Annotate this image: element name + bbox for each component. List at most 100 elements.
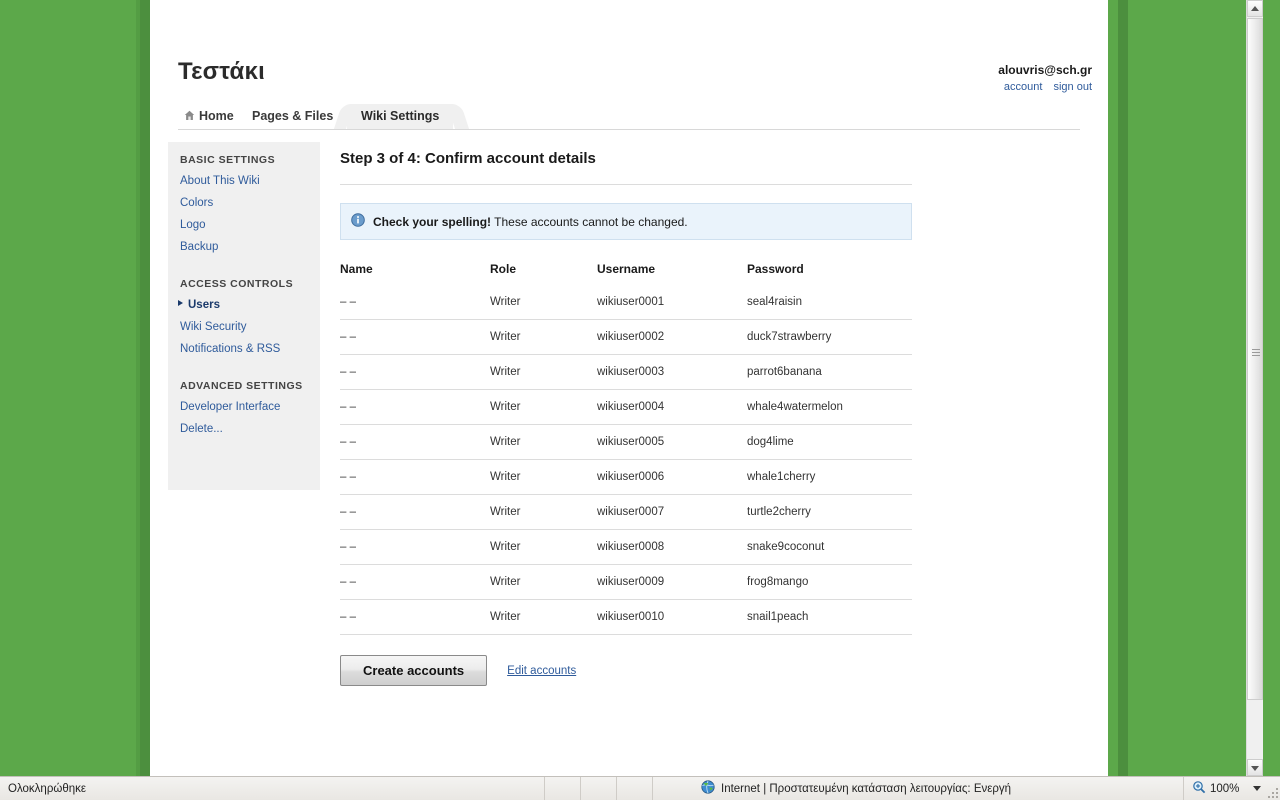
account-username: wikiuser0010	[597, 599, 747, 635]
account-box: alouvris@sch.gr account sign out	[996, 62, 1092, 95]
account-password: snail1peach	[747, 599, 912, 635]
page-title: Τεστάκι	[178, 58, 265, 85]
resize-grip-icon[interactable]	[1266, 786, 1278, 798]
account-role: Writer	[490, 424, 597, 460]
sidebar-item-users-label: Users	[188, 299, 220, 311]
current-item-arrow-icon	[178, 300, 183, 306]
status-bar: Ολοκληρώθηκε Internet | Προστατευμένη κα…	[0, 776, 1280, 800]
account-username: wikiuser0007	[597, 494, 747, 530]
tab-bar-divider	[178, 129, 1080, 130]
sidebar-item-backup[interactable]: Backup	[168, 236, 320, 258]
account-username: wikiuser0003	[597, 354, 747, 390]
vertical-scrollbar[interactable]	[1246, 0, 1263, 776]
sidebar-group-title-basic: BASIC SETTINGS	[180, 154, 276, 166]
account-password: seal4raisin	[747, 296, 802, 308]
account-password: whale1cherry	[747, 459, 912, 495]
sidebar-item-about-this-wiki[interactable]: About This Wiki	[168, 170, 320, 192]
sidebar-item-logo[interactable]: Logo	[168, 214, 320, 236]
account-role: Writer	[490, 494, 597, 530]
sidebar-group-title-advanced: ADVANCED SETTINGS	[180, 380, 303, 392]
security-zone-text: Internet | Προστατευμένη κατάσταση λειτο…	[721, 782, 1012, 795]
status-cell-1	[545, 777, 581, 800]
account-password: whale4watermelon	[747, 389, 912, 425]
account-role: Writer	[490, 354, 597, 390]
account-link[interactable]: account	[1004, 81, 1043, 93]
account-role: Writer	[490, 459, 597, 495]
sidebar-item-users[interactable]: Users	[168, 294, 320, 316]
scrollbar-grip-icon	[1252, 349, 1260, 358]
account-password: dog4lime	[747, 424, 912, 460]
sidebar-group-title-access: ACCESS CONTROLS	[180, 278, 294, 290]
sidebar-group-basic-settings: BASIC SETTINGS About This Wiki Colors Lo…	[168, 154, 320, 258]
globe-icon	[701, 780, 715, 797]
account-role: Writer	[490, 529, 597, 565]
sidebar-group-access-controls: ACCESS CONTROLS Users Wiki Security Noti…	[168, 278, 320, 360]
table-row: – – Writer wikiuser0009 frog8mango	[340, 564, 912, 600]
account-name: – –	[340, 529, 490, 565]
browser-viewport: Τεστάκι alouvris@sch.gr account sign out…	[0, 0, 1263, 776]
table-row: – – Writer wikiuser0003 parrot6banana	[340, 354, 912, 390]
column-header-role: Role	[490, 262, 517, 276]
status-cell-3	[617, 777, 653, 800]
account-username: wikiuser0006	[597, 459, 747, 495]
edit-accounts-link[interactable]: Edit accounts	[507, 665, 576, 677]
accounts-table-head: Name Role Username Password	[340, 262, 912, 285]
account-password: frog8mango	[747, 564, 912, 600]
account-name: – –	[340, 494, 490, 530]
tab-wiki-settings[interactable]: Wiki Settings	[347, 104, 454, 129]
tab-home[interactable]: Home	[170, 104, 248, 129]
create-accounts-button[interactable]: Create accounts	[340, 655, 488, 686]
scrollbar-thumb[interactable]	[1247, 18, 1263, 700]
tab-pages-and-files-label: Pages & Files	[252, 109, 334, 123]
sign-out-link[interactable]: sign out	[1053, 81, 1092, 93]
table-row: – – Writer wikiuser0001 seal4raisin	[340, 285, 912, 320]
account-name: – –	[340, 564, 490, 600]
account-name: – –	[340, 354, 490, 390]
account-links: account sign out	[996, 79, 1092, 95]
info-banner-bold: Check your spelling!	[373, 214, 492, 229]
tab-bar: Home Pages & Files Wiki Settings	[150, 104, 1108, 129]
account-role: Writer	[490, 564, 597, 600]
account-role: Writer	[490, 389, 597, 425]
background-band-left	[140, 0, 150, 776]
account-username: wikiuser0004	[597, 389, 747, 425]
column-header-password: Password	[747, 262, 804, 276]
account-username: wikiuser0009	[597, 564, 747, 600]
info-circle-icon	[351, 213, 365, 230]
status-message: Ολοκληρώθηκε	[0, 777, 545, 800]
account-name: – –	[340, 319, 490, 355]
sidebar-item-colors[interactable]: Colors	[168, 192, 320, 214]
security-zone[interactable]: Internet | Προστατευμένη κατάσταση λειτο…	[653, 777, 1184, 800]
sidebar-item-developer-interface[interactable]: Developer Interface	[168, 396, 320, 418]
zoom-level-label: 100%	[1210, 782, 1240, 795]
account-name: – –	[340, 424, 490, 460]
wiki-header: Τεστάκι alouvris@sch.gr account sign out	[150, 10, 1108, 96]
scroll-up-button[interactable]	[1247, 0, 1263, 17]
background-band-right	[1118, 0, 1128, 776]
account-role: Writer	[490, 296, 521, 308]
account-password: parrot6banana	[747, 354, 912, 390]
table-row: – – Writer wikiuser0006 whale1cherry	[340, 459, 912, 495]
chevron-up-icon	[1251, 5, 1259, 11]
account-password: snake9coconut	[747, 529, 912, 565]
accounts-table: Name Role Username Password – – Writer wik…	[340, 262, 912, 635]
sidebar-item-delete[interactable]: Delete...	[168, 418, 320, 440]
chevron-down-icon	[1251, 765, 1259, 771]
account-email: alouvris@sch.gr	[998, 63, 1092, 77]
sidebar-group-advanced-settings: ADVANCED SETTINGS Developer Interface De…	[168, 380, 320, 440]
tab-pages-and-files[interactable]: Pages & Files	[238, 104, 347, 129]
account-password: duck7strawberry	[747, 319, 912, 355]
sidebar-item-notifications-and-rss[interactable]: Notifications & RSS	[168, 338, 320, 360]
accounts-table-body: – – Writer wikiuser0001 seal4raisin – – Write…	[340, 285, 912, 635]
account-username: wikiuser0001	[597, 296, 665, 308]
step-heading: Step 3 of 4: Confirm account details	[340, 150, 596, 167]
scroll-down-button[interactable]	[1247, 759, 1263, 776]
account-role: Writer	[490, 319, 597, 355]
table-row: – – Writer wikiuser0007 turtle2cherry	[340, 494, 912, 530]
main-content: Step 3 of 4: Confirm account details Che…	[340, 142, 912, 686]
sidebar-item-wiki-security[interactable]: Wiki Security	[168, 316, 320, 338]
chevron-down-icon[interactable]	[1253, 786, 1262, 791]
tab-home-label: Home	[199, 109, 234, 123]
account-username: wikiuser0008	[597, 529, 747, 565]
zoom-in-icon	[1192, 780, 1206, 797]
